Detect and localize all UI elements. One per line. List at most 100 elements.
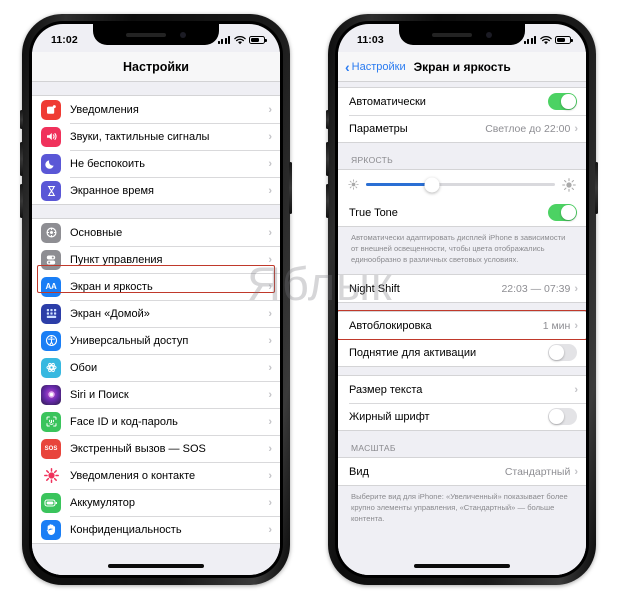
face-id-icon xyxy=(41,411,61,432)
sidebar-item-home-screen[interactable]: Экран «Домой» › xyxy=(32,300,280,327)
sidebar-item-siri-search[interactable]: Siri и Поиск › xyxy=(32,381,280,408)
row-label: Конфиденциальность xyxy=(70,523,182,536)
raise-to-wake-toggle[interactable] xyxy=(548,344,577,361)
sidebar-item-notifications[interactable]: Уведомления › xyxy=(32,96,280,123)
row-auto-lock[interactable]: Автоблокировка 1 мин › xyxy=(338,312,586,339)
night-shift-group: Night Shift 22:03 — 07:39 › xyxy=(338,274,586,303)
chevron-right-icon: › xyxy=(574,465,578,478)
sidebar-item-privacy[interactable]: Конфиденциальность › xyxy=(32,516,280,543)
text-group: Размер текста › Жирный шрифт xyxy=(338,375,586,431)
zoom-section-header: МАСШТАБ xyxy=(351,443,396,453)
volume-down-button[interactable] xyxy=(20,184,23,218)
toggle-knob xyxy=(549,409,564,424)
chevron-left-icon: ‹ xyxy=(345,58,350,75)
sounds-icon xyxy=(41,126,61,147)
sidebar-item-accessibility[interactable]: Универсальный доступ › xyxy=(32,327,280,354)
left-iphone-device: 11:02 Настройки Уведомления › Звуки, так… xyxy=(20,14,292,585)
sidebar-item-face-id[interactable]: Face ID и код-пароль › xyxy=(32,408,280,435)
home-indicator[interactable] xyxy=(414,564,510,568)
sidebar-item-display-brightness[interactable]: AA Экран и яркость › xyxy=(32,273,280,300)
volume-down-button[interactable] xyxy=(326,184,329,218)
row-true-tone[interactable]: True Tone xyxy=(338,199,586,226)
lock-group: Автоблокировка 1 мин › Поднятие для акти… xyxy=(338,310,586,367)
sidebar-item-contact-notifications[interactable]: Уведомления о контакте › xyxy=(32,462,280,489)
chevron-right-icon: › xyxy=(268,157,272,170)
chevron-right-icon: › xyxy=(268,415,272,428)
row-automatic[interactable]: Автоматически xyxy=(338,88,586,115)
status-time: 11:02 xyxy=(51,34,78,46)
brightness-slider-row[interactable] xyxy=(338,170,586,199)
row-raise-to-wake[interactable]: Поднятие для активации xyxy=(338,339,586,366)
front-camera-icon xyxy=(180,31,186,38)
sidebar-item-battery[interactable]: Аккумулятор › xyxy=(32,489,280,516)
chevron-right-icon: › xyxy=(268,280,272,293)
row-options[interactable]: Параметры Светлое до 22:00 › xyxy=(338,115,586,142)
display-settings-list[interactable]: Автоматически Параметры Светлое до 22:00… xyxy=(338,82,586,575)
left-phone-screen: 11:02 Настройки Уведомления › Звуки, так… xyxy=(32,24,280,575)
screenshot-stage: 11:02 Настройки Уведомления › Звуки, так… xyxy=(0,0,626,601)
sidebar-item-do-not-disturb[interactable]: Не беспокоить › xyxy=(32,150,280,177)
status-indicators xyxy=(524,35,573,45)
sun-large-icon xyxy=(562,177,576,192)
chevron-right-icon: › xyxy=(268,442,272,455)
cellular-bars-icon xyxy=(524,36,536,44)
row-label: Поднятие для активации xyxy=(349,346,477,359)
zoom-group: Вид Стандартный › xyxy=(338,457,586,486)
back-button[interactable]: ‹ Настройки xyxy=(345,60,406,74)
row-label: Face ID и код-пароль xyxy=(70,415,178,428)
row-value: 22:03 — 07:39 xyxy=(501,282,571,295)
right-nav-bar: ‹ Настройки Экран и яркость xyxy=(338,52,586,82)
do-not-disturb-icon xyxy=(41,153,61,174)
chevron-right-icon: › xyxy=(574,319,578,332)
bold-text-toggle[interactable] xyxy=(548,408,577,425)
home-screen-icon xyxy=(41,303,61,324)
true-tone-toggle[interactable] xyxy=(548,204,577,221)
aa-glyph: AA xyxy=(45,282,57,291)
brightness-track[interactable] xyxy=(366,177,555,192)
volume-up-button[interactable] xyxy=(326,142,329,176)
row-view[interactable]: Вид Стандартный › xyxy=(338,458,586,485)
row-label: Пункт управления xyxy=(70,253,163,266)
wifi-icon xyxy=(233,35,246,44)
row-label: Универсальный доступ xyxy=(70,334,189,347)
automatic-toggle[interactable] xyxy=(548,93,577,110)
row-bold-text[interactable]: Жирный шрифт xyxy=(338,403,586,430)
notch xyxy=(399,24,525,45)
settings-list[interactable]: Уведомления › Звуки, тактильные сигналы … xyxy=(32,82,280,575)
wallpaper-icon xyxy=(41,357,61,378)
row-label: Экстренный вызов — SOS xyxy=(70,442,206,455)
page-title: Настройки xyxy=(123,59,189,74)
chevron-right-icon: › xyxy=(268,388,272,401)
privacy-hand-icon xyxy=(41,519,61,540)
brightness-knob[interactable] xyxy=(424,177,440,192)
true-tone-footnote: Автоматически адаптировать дисплей iPhon… xyxy=(351,233,566,264)
sidebar-item-screen-time[interactable]: Экранное время › xyxy=(32,177,280,204)
mute-switch[interactable] xyxy=(326,110,329,129)
sidebar-item-emergency-sos[interactable]: SOS Экстренный вызов — SOS › xyxy=(32,435,280,462)
mute-switch[interactable] xyxy=(20,110,23,129)
volume-up-button[interactable] xyxy=(20,142,23,176)
home-indicator[interactable] xyxy=(108,564,204,568)
left-phone-bezel: 11:02 Настройки Уведомления › Звуки, так… xyxy=(29,21,283,578)
general-gear-icon xyxy=(41,222,61,243)
right-phone-bezel: 11:03 ‹ Настройки Экран и яркость Автома… xyxy=(335,21,589,578)
row-text-size[interactable]: Размер текста › xyxy=(338,376,586,403)
appearance-group: Автоматически Параметры Светлое до 22:00… xyxy=(338,87,586,143)
row-label: Экранное время xyxy=(70,184,154,197)
sidebar-item-wallpaper[interactable]: Обои › xyxy=(32,354,280,381)
row-night-shift[interactable]: Night Shift 22:03 — 07:39 › xyxy=(338,275,586,302)
sidebar-item-control-center[interactable]: Пункт управления › xyxy=(32,246,280,273)
notch xyxy=(93,24,219,45)
battery-icon xyxy=(555,36,573,44)
left-nav-bar: Настройки xyxy=(32,52,280,82)
power-button[interactable] xyxy=(289,162,292,214)
sidebar-item-sounds[interactable]: Звуки, тактильные сигналы › xyxy=(32,123,280,150)
battery-settings-icon xyxy=(41,492,61,513)
row-label: Siri и Поиск xyxy=(70,388,129,401)
sidebar-item-general[interactable]: Основные › xyxy=(32,219,280,246)
power-button[interactable] xyxy=(595,162,598,214)
